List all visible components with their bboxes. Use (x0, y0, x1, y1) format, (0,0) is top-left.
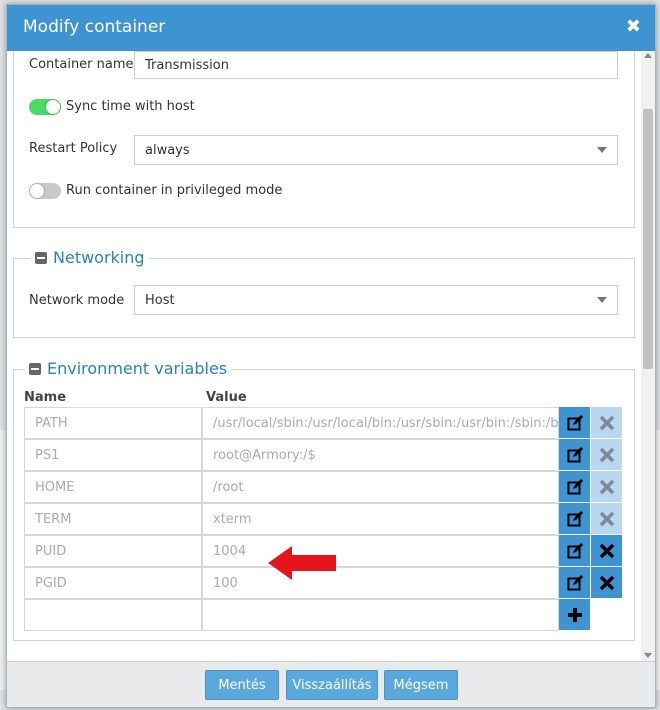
edit-icon (567, 574, 583, 590)
env-value-cell[interactable]: xterm (202, 503, 559, 535)
reset-button[interactable]: Visszaállítás (286, 670, 378, 700)
env-name-cell[interactable]: PS1 (24, 439, 202, 471)
column-header-value: Value (206, 390, 247, 405)
network-mode-select[interactable]: Host (134, 285, 618, 315)
container-name-label: Container name (29, 57, 134, 72)
networking-legend[interactable]: Networking (31, 248, 149, 267)
close-icon (599, 511, 614, 526)
env-name-cell[interactable]: HOME (24, 471, 202, 503)
restart-policy-select[interactable]: always (134, 135, 618, 165)
privileged-label: Run container in privileged mode (66, 183, 283, 198)
edit-env-button[interactable] (559, 535, 590, 566)
restart-policy-value: always (145, 143, 190, 158)
cancel-button[interactable]: Mégsem (384, 670, 458, 700)
save-button[interactable]: Mentés (205, 670, 279, 700)
scroll-down-icon[interactable] (644, 653, 652, 658)
close-icon (599, 575, 614, 590)
edit-icon (567, 478, 583, 494)
edit-icon (567, 542, 583, 558)
edit-env-button[interactable] (559, 503, 590, 534)
dialog-scrollbar[interactable] (641, 51, 655, 661)
env-value-cell[interactable]: root@Armory:/$ (202, 439, 559, 471)
delete-env-button (591, 471, 622, 502)
edit-icon (567, 446, 583, 462)
modify-container-dialog: Modify container ✖ Container name Transm… (6, 4, 656, 708)
edit-env-button[interactable] (559, 471, 590, 502)
network-mode-label: Network mode (29, 293, 125, 308)
sync-time-toggle[interactable] (29, 99, 61, 115)
scroll-thumb[interactable] (643, 109, 653, 369)
new-env-value-input[interactable] (202, 599, 559, 631)
edit-icon (567, 414, 583, 430)
env-value-cell[interactable]: 100 (202, 567, 559, 599)
edit-env-button[interactable] (559, 407, 590, 438)
environment-legend[interactable]: Environment variables (25, 359, 232, 378)
env-name-cell[interactable]: PUID (24, 535, 202, 567)
dialog-footer: Mentés Visszaállítás Mégsem (7, 661, 655, 707)
environment-legend-text: Environment variables (47, 359, 228, 378)
edit-env-button[interactable] (559, 567, 590, 598)
delete-env-button (591, 407, 622, 438)
privileged-toggle[interactable] (29, 183, 61, 199)
collapse-icon (29, 362, 41, 375)
column-header-name: Name (24, 390, 67, 405)
env-name-cell[interactable]: PATH (24, 407, 202, 439)
close-icon (599, 447, 614, 462)
edit-env-button[interactable] (559, 439, 590, 470)
delete-env-button (591, 503, 622, 534)
delete-env-button[interactable] (591, 535, 622, 566)
close-icon (599, 543, 614, 558)
env-name-cell[interactable]: TERM (24, 503, 202, 535)
edit-icon (567, 510, 583, 526)
sync-time-label: Sync time with host (66, 99, 195, 114)
red-annotation-arrow-icon (268, 546, 336, 580)
close-icon (599, 479, 614, 494)
add-env-button[interactable] (559, 599, 590, 630)
chevron-down-icon (597, 147, 607, 153)
close-icon[interactable]: ✖ (626, 16, 641, 37)
container-name-input[interactable]: Transmission (134, 51, 618, 79)
chevron-down-icon (597, 297, 607, 303)
plus-icon (567, 607, 582, 622)
networking-legend-text: Networking (53, 248, 145, 267)
env-value-cell[interactable]: 1004 (202, 535, 559, 567)
new-env-name-input[interactable] (24, 599, 202, 631)
delete-env-button[interactable] (591, 567, 622, 598)
scroll-up-icon[interactable] (644, 53, 652, 58)
close-icon (599, 415, 614, 430)
restart-policy-label: Restart Policy (29, 141, 118, 156)
collapse-icon (35, 251, 47, 264)
env-name-cell[interactable]: PGID (24, 567, 202, 599)
dialog-title: Modify container (23, 17, 166, 37)
env-value-cell[interactable]: /root (202, 471, 559, 503)
network-mode-value: Host (145, 293, 175, 308)
delete-env-button (591, 439, 622, 470)
dialog-titlebar: Modify container ✖ (7, 5, 655, 51)
env-value-cell[interactable]: /usr/local/sbin:/usr/local/bin:/usr/sbin… (202, 407, 559, 439)
